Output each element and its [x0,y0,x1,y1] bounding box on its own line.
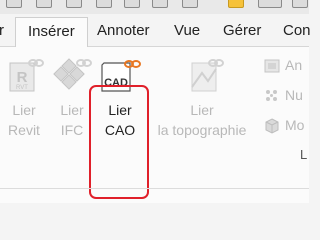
ifc-link-icon [53,58,92,90]
revit-link-icon: R RVT [9,59,44,92]
qat-open-icon[interactable] [6,0,22,8]
qat-pin-icon[interactable] [228,0,244,8]
qat-sync-icon[interactable] [124,0,140,8]
tab-inserer[interactable]: Insérer [15,17,88,47]
qat-ruler-icon[interactable] [258,0,282,8]
small-button-point-cloud[interactable]: Nu [264,87,303,104]
qat-more-icon[interactable] [292,0,308,8]
point-cloud-icon [266,90,277,102]
small-button-annotate[interactable]: An [264,57,302,74]
link-topography-label-1: Lier [190,102,214,118]
svg-text:R: R [17,69,28,86]
tab-collaborer[interactable]: Con [283,22,311,40]
selection-highlight [89,85,149,199]
link-ifc-label-2: IFC [60,122,84,138]
small-button-point-cloud-label: Nu [285,87,303,103]
tab-partial[interactable]: r [0,22,4,40]
ribbon-tab-bar: r Insérer Annoter Vue Gérer Con [0,14,311,47]
link-revit-label-1: Lier [12,102,36,118]
link-ifc-button[interactable]: Lier IFC [52,57,92,140]
panel-title: L [300,147,308,162]
quick-access-toolbar [0,0,309,14]
small-button-model-label: Mo [285,117,305,133]
tab-annoter[interactable]: Annoter [97,22,150,40]
panel-divider [0,188,309,189]
svg-text:RVT: RVT [16,85,28,91]
link-revit-button[interactable]: R RVT Lier Revit [4,57,44,140]
tab-vue[interactable]: Vue [174,22,200,40]
link-topography-button[interactable]: Lier la topographie [154,57,250,140]
qat-undo-icon[interactable] [66,0,82,8]
link-topography-label-2: la topographie [157,122,247,138]
link-revit-label-2: Revit [8,122,40,138]
small-button-model[interactable]: Mo [264,117,304,134]
cube-icon [265,118,279,134]
qat-print-icon[interactable] [152,0,168,8]
topography-link-icon [191,59,224,92]
link-ifc-label-1: Lier [60,102,84,118]
tab-gerer[interactable]: Gérer [223,22,261,40]
qat-save-icon[interactable] [36,0,52,8]
small-button-annotate-label: An [285,57,303,73]
qat-measure-icon[interactable] [182,0,198,8]
qat-redo-icon[interactable] [96,0,112,8]
image-icon [264,59,280,73]
ribbon-panel-link: R RVT Lier Revit Lier IFC CAD Lier CAO L… [0,47,309,203]
